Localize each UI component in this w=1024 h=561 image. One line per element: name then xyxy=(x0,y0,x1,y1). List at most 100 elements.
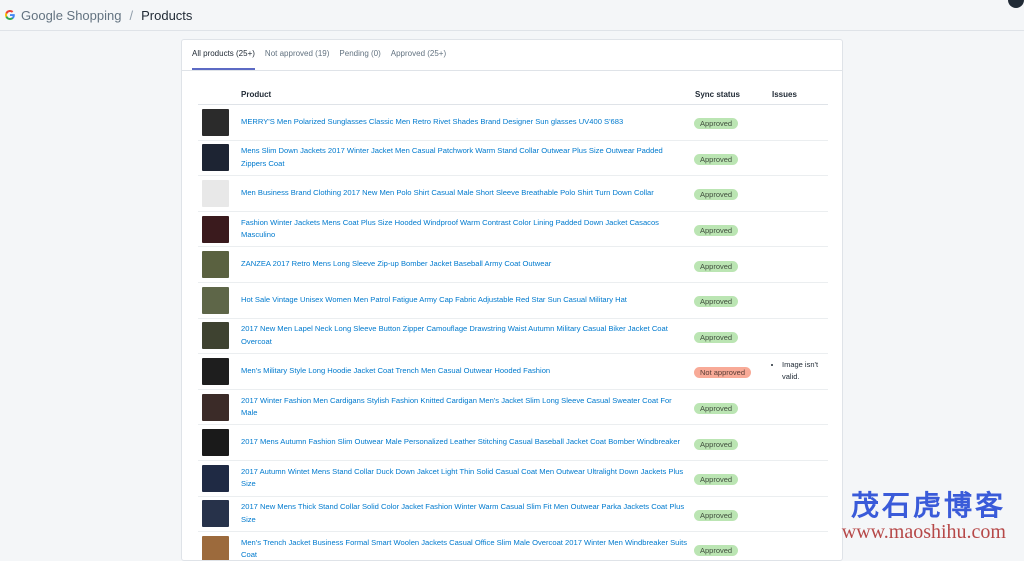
products-card: All products (25+) Not approved (19) Pen… xyxy=(181,39,843,561)
product-title-link[interactable]: 2017 Winter Fashion Men Cardigans Stylis… xyxy=(241,395,695,420)
issues-list: Image isn't valid. xyxy=(772,359,828,383)
product-thumbnail[interactable] xyxy=(202,393,229,421)
sync-status-cell: Approved xyxy=(694,149,772,167)
tab-all-products[interactable]: All products (25+) xyxy=(192,40,265,70)
sync-status-cell: Not approved xyxy=(694,362,772,380)
product-thumbnail[interactable] xyxy=(202,215,229,243)
status-badge: Approved xyxy=(694,331,739,343)
status-badge: Approved xyxy=(694,225,739,237)
status-badge: Approved xyxy=(694,509,739,521)
status-badge: Approved xyxy=(694,438,739,450)
watermark: 茂石虎博客 www.maoshihu.com xyxy=(841,490,1006,544)
sync-status-cell: Approved xyxy=(694,434,772,452)
breadcrumb-app-link[interactable]: Google Shopping xyxy=(21,8,121,23)
product-thumbnail[interactable] xyxy=(202,535,229,560)
sync-status-cell: Approved xyxy=(694,184,772,202)
product-thumbnail-cell xyxy=(198,179,241,207)
google-logo-icon xyxy=(4,9,16,21)
product-thumbnail-cell xyxy=(198,500,241,528)
sync-status-cell: Approved xyxy=(694,505,772,523)
product-thumbnail[interactable] xyxy=(202,108,229,136)
product-title-link[interactable]: Men's Trench Jacket Business Formal Smar… xyxy=(241,537,695,560)
filter-tabs: All products (25+) Not approved (19) Pen… xyxy=(182,40,842,71)
status-badge: Approved xyxy=(694,189,739,201)
tab-not-approved[interactable]: Not approved (19) xyxy=(265,40,339,70)
table-row[interactable]: Men's Trench Jacket Business Formal Smar… xyxy=(198,532,828,560)
status-badge: Approved xyxy=(694,474,739,486)
tab-pending[interactable]: Pending (0) xyxy=(339,40,390,70)
product-thumbnail[interactable] xyxy=(202,286,229,314)
watermark-title: 茂石虎博客 xyxy=(850,490,1006,521)
status-badge: Approved xyxy=(694,403,739,415)
product-thumbnail-cell xyxy=(198,251,241,279)
product-title-link[interactable]: Men's Military Style Long Hoodie Jacket … xyxy=(241,365,695,378)
product-thumbnail[interactable] xyxy=(202,464,229,492)
product-title-link[interactable]: Hot Sale Vintage Unisex Women Men Patrol… xyxy=(241,294,695,307)
sync-status-cell: Approved xyxy=(694,469,772,487)
breadcrumb-separator: / xyxy=(129,7,134,23)
product-thumbnail[interactable] xyxy=(202,429,229,457)
product-thumbnail-cell xyxy=(198,215,241,243)
product-title-link[interactable]: ZANZEA 2017 Retro Mens Long Sleeve Zip-u… xyxy=(241,258,695,271)
table-row[interactable]: Men Business Brand Clothing 2017 New Men… xyxy=(198,176,828,212)
top-bar: Google Shopping / Products xyxy=(0,0,1024,31)
product-title-link[interactable]: 2017 New Mens Thick Stand Collar Solid C… xyxy=(241,501,695,526)
column-header-product: Product xyxy=(241,89,272,99)
sync-status-cell: Approved xyxy=(694,398,772,416)
column-header-sync-status: Sync status xyxy=(695,89,740,99)
sync-status-cell: Approved xyxy=(694,327,772,345)
status-badge: Approved xyxy=(694,260,739,272)
product-thumbnail[interactable] xyxy=(202,144,229,172)
product-thumbnail[interactable] xyxy=(202,179,229,207)
table-row[interactable]: 2017 New Men Lapel Neck Long Sleeve Butt… xyxy=(198,319,828,355)
table-row[interactable]: Hot Sale Vintage Unisex Women Men Patrol… xyxy=(198,283,828,319)
status-badge: Not approved xyxy=(694,367,752,379)
product-thumbnail[interactable] xyxy=(202,500,229,528)
issue-item: Image isn't valid. xyxy=(782,359,828,383)
sync-status-cell: Approved xyxy=(694,220,772,238)
product-thumbnail-cell xyxy=(198,429,241,457)
product-thumbnail-cell xyxy=(198,144,241,172)
product-title-link[interactable]: MERRY'S Men Polarized Sunglasses Classic… xyxy=(241,116,695,129)
product-thumbnail-cell xyxy=(198,535,241,560)
table-row[interactable]: ZANZEA 2017 Retro Mens Long Sleeve Zip-u… xyxy=(198,247,828,283)
user-avatar[interactable] xyxy=(1008,0,1024,8)
product-thumbnail-cell xyxy=(198,393,241,421)
product-title-link[interactable]: Fashion Winter Jackets Mens Coat Plus Si… xyxy=(241,217,695,242)
page-title: Products xyxy=(141,7,193,23)
product-title-link[interactable]: 2017 Mens Autumn Fashion Slim Outwear Ma… xyxy=(241,436,695,449)
product-thumbnail[interactable] xyxy=(202,357,229,385)
product-title-link[interactable]: Men Business Brand Clothing 2017 New Men… xyxy=(241,187,695,200)
sync-status-cell: Approved xyxy=(694,256,772,274)
table-row[interactable]: Men's Military Style Long Hoodie Jacket … xyxy=(198,354,828,390)
status-badge: Approved xyxy=(694,118,739,130)
tab-approved[interactable]: Approved (25+) xyxy=(391,40,456,70)
table-row[interactable]: 2017 New Mens Thick Stand Collar Solid C… xyxy=(198,497,828,533)
issues-cell: Image isn't valid. xyxy=(772,359,828,383)
status-badge: Approved xyxy=(694,153,739,165)
product-thumbnail[interactable] xyxy=(202,322,229,350)
sync-status-cell: Approved xyxy=(694,113,772,131)
product-thumbnail-cell xyxy=(198,357,241,385)
product-title-link[interactable]: Mens Slim Down Jackets 2017 Winter Jacke… xyxy=(241,145,695,170)
table-header: Product Sync status Issues xyxy=(198,84,828,105)
products-table: Product Sync status Issues MERRY'S Men P… xyxy=(198,84,828,560)
table-row[interactable]: Mens Slim Down Jackets 2017 Winter Jacke… xyxy=(198,141,828,177)
sync-status-cell: Approved xyxy=(694,540,772,558)
sync-status-cell: Approved xyxy=(694,291,772,309)
product-thumbnail-cell xyxy=(198,322,241,350)
column-header-issues: Issues xyxy=(772,89,797,99)
product-thumbnail-cell xyxy=(198,286,241,314)
table-row[interactable]: MERRY'S Men Polarized Sunglasses Classic… xyxy=(198,105,828,141)
watermark-url: www.maoshihu.com xyxy=(841,521,1006,543)
table-body: MERRY'S Men Polarized Sunglasses Classic… xyxy=(198,105,828,560)
status-badge: Approved xyxy=(694,296,739,308)
table-row[interactable]: 2017 Autumn Wintet Mens Stand Collar Duc… xyxy=(198,461,828,497)
product-title-link[interactable]: 2017 Autumn Wintet Mens Stand Collar Duc… xyxy=(241,466,695,491)
table-row[interactable]: 2017 Mens Autumn Fashion Slim Outwear Ma… xyxy=(198,425,828,461)
product-thumbnail-cell xyxy=(198,464,241,492)
table-row[interactable]: Fashion Winter Jackets Mens Coat Plus Si… xyxy=(198,212,828,248)
product-thumbnail[interactable] xyxy=(202,251,229,279)
table-row[interactable]: 2017 Winter Fashion Men Cardigans Stylis… xyxy=(198,390,828,426)
product-title-link[interactable]: 2017 New Men Lapel Neck Long Sleeve Butt… xyxy=(241,323,695,348)
